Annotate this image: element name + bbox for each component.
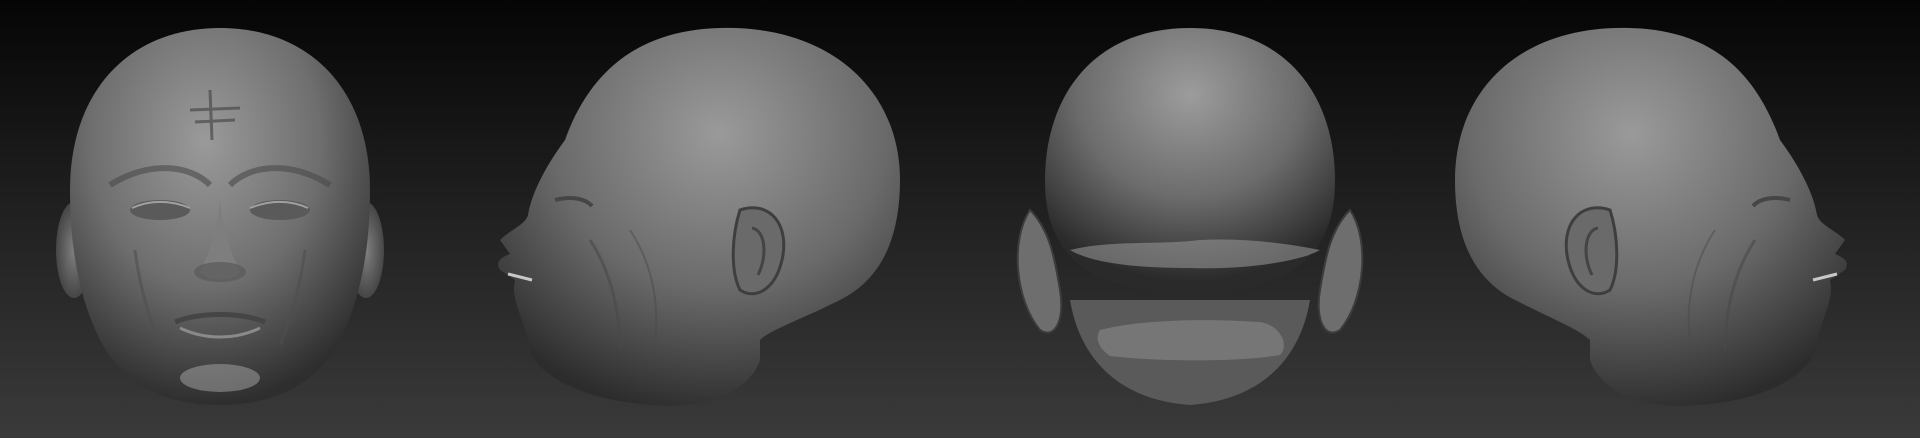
head-back-icon — [1016, 28, 1364, 405]
head-profile-left-icon — [498, 27, 900, 406]
head-back-view — [1000, 0, 1380, 438]
sculpt-viewport[interactable] — [0, 0, 1920, 438]
head-profile-right-view — [1440, 0, 1880, 438]
head-profile-right-icon — [1455, 27, 1847, 406]
head-front-view — [40, 0, 400, 438]
head-front-icon — [56, 28, 384, 405]
head-profile-left-view — [470, 0, 930, 438]
